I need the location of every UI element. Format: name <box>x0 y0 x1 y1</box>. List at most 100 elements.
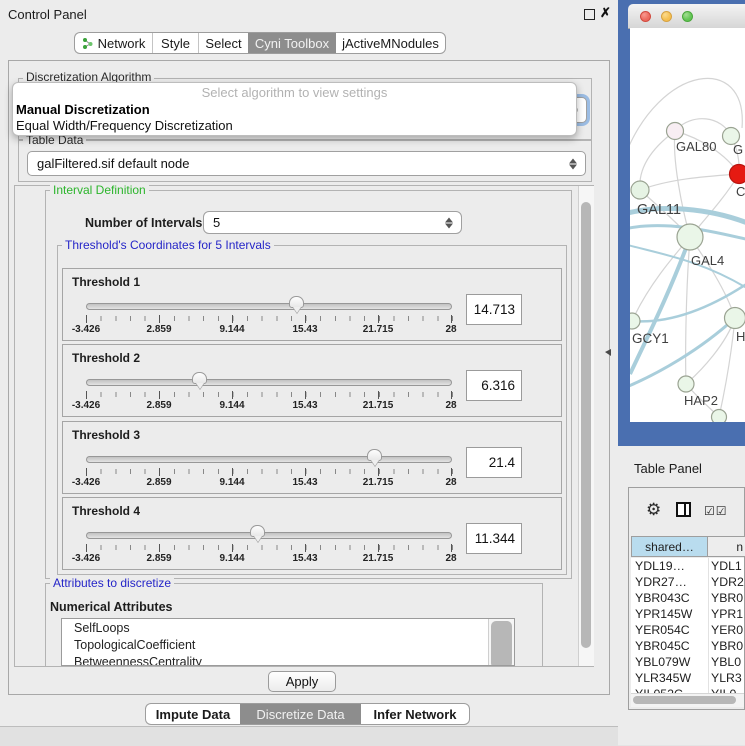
apply-button[interactable]: Apply <box>268 671 336 692</box>
tick-label: 21.715 <box>363 400 394 411</box>
table-row[interactable]: YER054CYER0 <box>631 622 744 638</box>
threshold-3-value-field[interactable]: 21.4 <box>466 447 522 478</box>
tab-discretize-data[interactable]: Discretize Data <box>240 703 361 725</box>
tick-label: 9.144 <box>219 477 244 488</box>
tab-network[interactable]: Network <box>74 32 152 54</box>
node-gcy1[interactable] <box>630 313 640 329</box>
popup-item-manual-discretization[interactable]: Manual Discretization <box>16 102 150 117</box>
threshold-2-label: Threshold 2 <box>72 351 140 365</box>
tick-label: 15.43 <box>292 553 317 564</box>
tab-jactivemnodules[interactable]: jActiveMNodules <box>336 32 446 54</box>
column-header-shared-name[interactable]: shared… <box>631 536 708 557</box>
tab-select[interactable]: Select <box>199 32 248 54</box>
table-row[interactable]: YDL19…YDL1 <box>631 558 744 574</box>
threshold-2-slider-handle[interactable] <box>192 372 207 384</box>
tick-label: 2.859 <box>146 324 171 335</box>
close-icon[interactable]: ✗ <box>600 5 611 21</box>
algorithm-dropdown-popup: Select algorithm to view settings Manual… <box>12 82 577 136</box>
node-selected-red[interactable] <box>730 165 745 184</box>
threshold-1-label: Threshold 1 <box>72 275 140 289</box>
column-divider <box>708 558 709 693</box>
tick-label: 21.715 <box>363 553 394 564</box>
scrollbar-thumb[interactable] <box>581 202 591 648</box>
node-bottom[interactable] <box>712 410 727 423</box>
table-row[interactable]: YBR043CYBR0 <box>631 590 744 606</box>
node-gal80[interactable] <box>667 123 684 140</box>
node-label-hap2: HAP2 <box>684 393 718 408</box>
network-window-titlebar[interactable] <box>628 4 745 29</box>
list-item[interactable]: BetweennessCentrality <box>62 653 514 666</box>
node-label-gal4: GAL4 <box>691 253 724 268</box>
network-icon <box>82 37 93 50</box>
threshold-3-slider-track[interactable] <box>86 456 452 463</box>
threshold-2-slider-track[interactable] <box>86 379 452 386</box>
node-hap2[interactable] <box>678 376 694 392</box>
tab-style[interactable]: Style <box>153 32 198 54</box>
table-row[interactable]: YPR145WYPR1 <box>631 606 744 622</box>
float-window-icon[interactable] <box>584 9 595 20</box>
popup-item-equal-width-frequency[interactable]: Equal Width/Frequency Discretization <box>16 118 233 133</box>
tick-label: 28 <box>445 477 456 488</box>
threshold-1-value-field[interactable]: 14.713 <box>466 294 522 325</box>
tab-infer-network[interactable]: Infer Network <box>361 703 470 725</box>
threshold-2-value-field[interactable]: 6.316 <box>466 370 522 401</box>
tick-label: -3.426 <box>72 477 100 488</box>
tab-impute-data[interactable]: Impute Data <box>145 703 240 725</box>
table-data-combobox[interactable]: galFiltered.sif default node <box>27 151 586 176</box>
popup-placeholder-item[interactable]: Select algorithm to view settings <box>13 85 576 100</box>
table-scrollbar-thumb[interactable] <box>633 696 736 704</box>
numerical-attributes-list: SelfLoops TopologicalCoefficient Between… <box>61 618 515 666</box>
table-row[interactable]: YLR345WYLR3 <box>631 670 744 686</box>
table-row[interactable]: YBR045CYBR0 <box>631 638 744 654</box>
threshold-4-slider-track[interactable] <box>86 532 452 539</box>
column-layout-icon[interactable] <box>676 502 691 517</box>
tick-label: -3.426 <box>72 553 100 564</box>
threshold-1-slider-track[interactable] <box>86 303 452 310</box>
node-label-partial-c: C <box>736 184 745 199</box>
table-row[interactable]: YBL079WYBL0 <box>631 654 744 670</box>
node-gal4[interactable] <box>677 224 703 250</box>
threshold-3-label: Threshold 3 <box>72 428 140 442</box>
tick-label: 2.859 <box>146 553 171 564</box>
close-traffic-light-icon[interactable] <box>640 11 651 22</box>
interval-definition-group-title: Interval Definition <box>50 184 149 197</box>
table-rows: YDL19…YDL1 YDR27…YDR2 YBR043CYBR0 YPR145… <box>631 558 744 693</box>
combo-stepper-icon <box>445 217 453 228</box>
list-item[interactable]: SelfLoops <box>62 619 514 636</box>
node-label-gal11: GAL11 <box>637 202 681 218</box>
zoom-traffic-light-icon[interactable] <box>682 11 693 22</box>
table-row[interactable]: YDR27…YDR2 <box>631 574 744 590</box>
table-row[interactable]: YIL052CYIL0 <box>631 686 744 693</box>
threshold-4-slider-handle[interactable] <box>250 525 265 537</box>
list-item[interactable]: TopologicalCoefficient <box>62 636 514 653</box>
tick-label: 21.715 <box>363 477 394 488</box>
list-scrollbar-thumb[interactable] <box>491 621 512 666</box>
control-panel-window: Control Panel ✗ Network Style Select Cyn… <box>0 0 619 745</box>
threshold-4-value-field[interactable]: 11.344 <box>466 523 522 554</box>
checkbox-icons[interactable]: ☑☑ <box>704 504 728 518</box>
threshold-4-label: Threshold 4 <box>72 504 140 518</box>
number-of-intervals-combobox[interactable]: 5 <box>203 211 462 234</box>
column-header-name[interactable]: n <box>707 536 745 557</box>
minimize-traffic-light-icon[interactable] <box>661 11 672 22</box>
vertical-scrollbar[interactable] <box>578 186 594 666</box>
node-gal11[interactable] <box>631 181 649 199</box>
network-canvas[interactable]: GAL80 G C GAL11 GAL4 GCY1 H HAP2 <box>630 28 745 422</box>
slider-ticks <box>86 544 453 552</box>
tick-label: -3.426 <box>72 400 100 411</box>
threshold-3-slider-handle[interactable] <box>367 449 382 461</box>
thresholds-group-title: Threshold's Coordinates for 5 Intervals <box>62 239 274 252</box>
slider-ticks <box>86 315 453 323</box>
table-horizontal-scrollbar[interactable] <box>631 693 744 707</box>
list-scrollbar[interactable] <box>488 619 514 666</box>
node-label-gcy1: GCY1 <box>632 331 669 346</box>
threshold-1-slider-handle[interactable] <box>289 296 304 308</box>
tick-label: 2.859 <box>146 477 171 488</box>
tab-cyni-toolbox[interactable]: Cyni Toolbox <box>248 32 336 54</box>
number-of-intervals-label: Number of Intervals <box>85 216 202 230</box>
tick-label: 9.144 <box>219 324 244 335</box>
window-title: Control Panel <box>8 7 87 22</box>
tick-label: 28 <box>445 400 456 411</box>
table-settings-gear-icon[interactable]: ⚙ <box>646 500 661 520</box>
node-h[interactable] <box>725 308 745 329</box>
